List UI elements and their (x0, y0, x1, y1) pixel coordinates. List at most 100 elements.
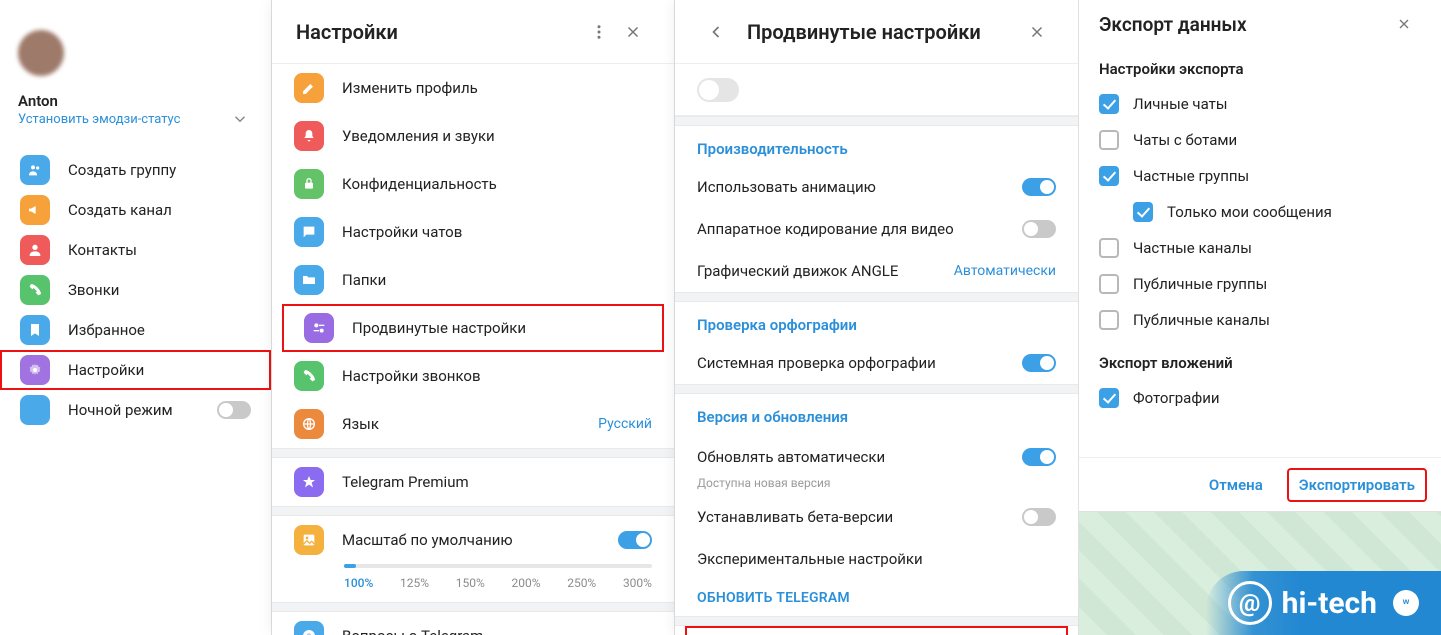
gear-icon (20, 355, 50, 385)
row-premium[interactable]: Telegram Premium (272, 458, 674, 506)
zoom-label: 150% (456, 576, 485, 590)
label: Настройки (68, 361, 144, 379)
chk-bot[interactable]: Чаты с ботами (1079, 122, 1441, 158)
back-icon[interactable] (699, 15, 733, 49)
zoom-slider[interactable]: 100% 125% 150% 200% 250% 300% (272, 564, 674, 602)
checkbox-icon (1099, 166, 1119, 186)
row-language[interactable]: Язык Русский (272, 400, 674, 448)
separator (272, 602, 674, 612)
label: Ночной режим (68, 401, 173, 419)
folder-icon (294, 265, 324, 295)
zoom-label: 200% (511, 576, 540, 590)
section-updates: Версия и обновления (675, 394, 1078, 434)
row-angle[interactable]: Графический движок ANGLE Автоматически (675, 250, 1078, 292)
auto-update-toggle[interactable] (1022, 448, 1056, 466)
label: Графический движок ANGLE (697, 262, 898, 280)
update-telegram-button[interactable]: ОБНОВИТЬ TELEGRAM (675, 580, 1078, 616)
avatar[interactable] (18, 30, 64, 76)
separator (675, 384, 1078, 394)
person-icon (20, 235, 50, 265)
zoom-toggle[interactable] (618, 531, 652, 549)
settings-title: Настройки (296, 20, 398, 44)
row-advanced[interactable]: Продвинутые настройки (282, 304, 664, 352)
row-privacy[interactable]: Конфиденциальность (272, 160, 674, 208)
label: Звонки (68, 281, 119, 299)
export-attach-head: Экспорт вложений (1079, 348, 1441, 380)
export-title: Экспорт данных (1099, 13, 1247, 36)
label: Устанавливать бета-версии (697, 508, 893, 526)
row-chat-settings[interactable]: Настройки чатов (272, 208, 674, 256)
checkbox-icon (1099, 274, 1119, 294)
close-icon[interactable] (1020, 15, 1054, 49)
chk-only-my[interactable]: Только мои сообщения (1079, 194, 1441, 230)
angle-value: Автоматически (954, 263, 1056, 279)
row-notifications[interactable]: Уведомления и звуки (272, 112, 674, 160)
menu-night-mode[interactable]: Ночной режим (0, 390, 271, 430)
chk-photos[interactable]: Фотографии (1079, 380, 1441, 416)
cancel-button[interactable]: Отмена (1197, 468, 1275, 502)
label: Создать группу (68, 161, 176, 179)
menu-create-channel[interactable]: Создать канал (0, 190, 271, 230)
label: Продвинутые настройки (352, 319, 526, 337)
chk-public-channels[interactable]: Публичные каналы (1079, 302, 1441, 338)
chat-icon (294, 217, 324, 247)
animations-toggle[interactable] (1022, 178, 1056, 196)
auto-update-sub: Доступна новая версия (675, 476, 1078, 496)
row-call-settings[interactable]: Настройки звонков (272, 352, 674, 400)
label: Вопросы о Telegram (342, 627, 483, 635)
row-edit-profile[interactable]: Изменить профиль (272, 64, 674, 112)
chk-private-channels[interactable]: Частные каналы (1079, 230, 1441, 266)
checkbox-icon (1099, 310, 1119, 330)
menu-contacts[interactable]: Контакты (0, 230, 271, 270)
row-export-data[interactable]: Экспорт данных из Telegram (685, 626, 1068, 635)
export-panel: Экспорт данных Настройки экспорта Личные… (1079, 0, 1441, 635)
row-experimental[interactable]: Экспериментальные настройки (675, 538, 1078, 580)
section-spellcheck: Проверка орфографии (675, 302, 1078, 342)
advanced-panel: Продвинутые настройки Производительность… (675, 0, 1079, 635)
chevron-down-icon[interactable] (231, 110, 249, 132)
set-emoji-status[interactable]: Установить эмодзи-статус (18, 112, 180, 127)
checkbox-icon (1099, 94, 1119, 114)
zoom-label: 300% (623, 576, 652, 590)
moon-icon (20, 395, 50, 425)
spell-toggle[interactable] (1022, 354, 1056, 372)
menu-saved[interactable]: Избранное (0, 310, 271, 350)
hw-video-toggle[interactable] (1022, 220, 1056, 238)
row-hw-video[interactable]: Аппаратное кодирование для видео (675, 208, 1078, 250)
image-icon (294, 525, 324, 555)
close-icon[interactable] (1387, 7, 1421, 41)
user-name: Anton (18, 92, 180, 110)
label: Частные каналы (1133, 239, 1252, 257)
menu-settings[interactable]: Настройки (0, 350, 271, 390)
row-auto-update[interactable]: Обновлять автоматически (675, 434, 1078, 476)
chk-public-groups[interactable]: Публичные группы (1079, 266, 1441, 302)
export-button[interactable]: Экспортировать (1287, 468, 1427, 502)
sliders-icon (304, 313, 334, 343)
label: Масштаб по умолчанию (342, 531, 513, 549)
menu-calls[interactable]: Звонки (0, 270, 271, 310)
label: Язык (342, 415, 379, 433)
chk-private-groups[interactable]: Частные группы (1079, 158, 1441, 194)
close-icon[interactable] (616, 15, 650, 49)
chk-personal[interactable]: Личные чаты (1079, 86, 1441, 122)
at-icon: @ (1228, 581, 1272, 625)
label: Публичные каналы (1133, 311, 1270, 329)
row-folders[interactable]: Папки (272, 256, 674, 304)
menu-create-group[interactable]: Создать группу (0, 150, 271, 190)
row-spell-sys[interactable]: Системная проверка орфографии (675, 342, 1078, 384)
phone-icon (20, 275, 50, 305)
label: Системная проверка орфографии (697, 354, 936, 372)
checkbox-icon (1099, 130, 1119, 150)
phone-icon (294, 361, 324, 391)
label: Избранное (68, 321, 145, 339)
label: Создать канал (68, 201, 172, 219)
row-faq[interactable]: ? Вопросы о Telegram (272, 612, 674, 635)
row-zoom[interactable]: Масштаб по умолчанию (272, 516, 674, 564)
label: Только мои сообщения (1167, 203, 1332, 221)
night-toggle[interactable] (217, 401, 251, 419)
label: Обновлять автоматически (697, 448, 885, 466)
more-icon[interactable] (582, 15, 616, 49)
beta-toggle[interactable] (1022, 508, 1056, 526)
row-animations[interactable]: Использовать анимацию (675, 166, 1078, 208)
row-beta[interactable]: Устанавливать бета-версии (675, 496, 1078, 538)
